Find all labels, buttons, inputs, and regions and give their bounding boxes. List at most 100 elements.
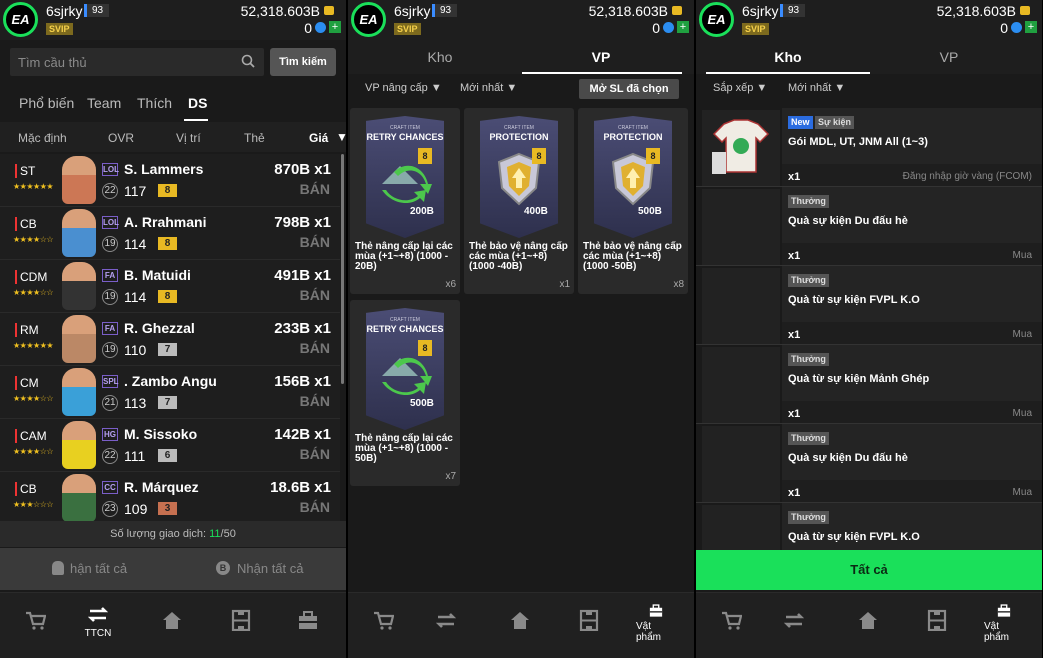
player-name: S. Lammers bbox=[124, 161, 204, 177]
tab-ds[interactable]: DS bbox=[188, 95, 207, 111]
type-filter[interactable]: VP nâng cấp ▼ bbox=[365, 82, 442, 94]
items-storage-panel: EA 6sjrky 93 SVIP 52,318.603B 0 + Kho VP… bbox=[696, 0, 1042, 658]
nav-home[interactable] bbox=[500, 609, 540, 649]
open-selected-button[interactable]: Mở SL đã chọn bbox=[579, 79, 679, 99]
nav-formation[interactable] bbox=[221, 609, 261, 649]
player-row[interactable]: RM ★★★★★★ FA R. Ghezzal 19 110 7 233B x1 BÁN bbox=[0, 313, 340, 366]
quota-value: 11 bbox=[209, 528, 221, 540]
nav-cart[interactable] bbox=[363, 609, 403, 649]
craft-item-card[interactable]: CRAFT ITEM RETRY CHANCES 8 500B Thẻ nâng cấp… bbox=[350, 300, 460, 486]
item-badge: Thưởng bbox=[788, 432, 829, 445]
nav-formation[interactable] bbox=[569, 609, 609, 649]
bottom-nav: Vật phẩm bbox=[348, 592, 694, 658]
player-row[interactable]: CM ★★★★☆☆ SPL . Zambo Angu 21 113 7 156B x1 BÁN bbox=[0, 366, 340, 419]
tab-favorite[interactable]: Thích bbox=[137, 95, 172, 111]
nav-transfer[interactable]: TTCN bbox=[78, 603, 118, 643]
nav-bag[interactable]: Vật phẩm bbox=[636, 603, 676, 643]
ea-logo[interactable]: EA bbox=[3, 2, 38, 37]
tab-popular[interactable]: Phổ biến bbox=[19, 95, 74, 111]
rank-badge: 22 bbox=[102, 448, 118, 464]
player-row[interactable]: CB ★★★☆☆☆ CC R. Márquez 23 109 3 18.6B x1 BÁN bbox=[0, 472, 340, 525]
inventory-item[interactable]: Thưởng Quà từ sự kiện FVPL K.O x1 Mua bbox=[696, 266, 1042, 345]
ea-logo[interactable]: EA bbox=[699, 2, 734, 37]
player-photo bbox=[62, 421, 96, 469]
season-tag: FA bbox=[102, 269, 118, 282]
tab-vp[interactable]: VP bbox=[541, 49, 661, 65]
nav-bag[interactable] bbox=[288, 609, 328, 649]
sort-filter[interactable]: Mới nhất ▼ bbox=[460, 82, 517, 94]
nav-formation[interactable] bbox=[917, 609, 957, 649]
transfer-icon bbox=[87, 607, 109, 622]
item-value: 500B bbox=[638, 206, 662, 217]
tab-vp[interactable]: VP bbox=[889, 49, 1009, 65]
item-action[interactable]: Mua bbox=[1013, 250, 1032, 261]
sort-ovr[interactable]: OVR bbox=[108, 131, 134, 145]
nav-cart[interactable] bbox=[15, 609, 55, 649]
upgrade-level: 8 bbox=[158, 184, 177, 197]
inventory-item[interactable]: New Sự kiện Gói MDL, UT, JNM All (1~3) x1 Đă… bbox=[696, 108, 1042, 187]
tab-team[interactable]: Team bbox=[87, 95, 121, 111]
scrollbar[interactable] bbox=[341, 154, 344, 384]
sort-card[interactable]: Thẻ bbox=[244, 131, 265, 145]
nav-home[interactable] bbox=[152, 609, 192, 649]
player-row[interactable]: ST ★★★★★★ LOL S. Lammers 22 117 8 870B x1 BÁN bbox=[0, 154, 340, 207]
stars: ★★★★☆☆ bbox=[13, 447, 54, 456]
add-currency-button[interactable]: + bbox=[677, 21, 689, 33]
sort-price[interactable]: Giá bbox=[309, 131, 328, 145]
tab-storage[interactable]: Kho bbox=[380, 49, 500, 65]
nav-cart[interactable] bbox=[711, 609, 751, 649]
sell-button[interactable]: BÁN bbox=[300, 446, 330, 462]
item-action[interactable]: Mua bbox=[1013, 487, 1032, 498]
search-input[interactable]: Tìm cầu thủ bbox=[10, 48, 264, 76]
add-currency-button[interactable]: + bbox=[1025, 21, 1037, 33]
sell-button[interactable]: BÁN bbox=[300, 234, 330, 250]
position: CM bbox=[15, 376, 39, 390]
bag-icon bbox=[649, 604, 663, 617]
search-button[interactable]: Tìm kiếm bbox=[270, 48, 336, 76]
sell-button[interactable]: BÁN bbox=[300, 393, 330, 409]
player-row[interactable]: CDM ★★★★☆☆ FA B. Matuidi 19 114 8 491B x1 BÁN bbox=[0, 260, 340, 313]
rank-badge: 23 bbox=[102, 501, 118, 517]
sell-button[interactable]: BÁN bbox=[300, 287, 330, 303]
sort-filter[interactable]: Sắp xếp ▼ bbox=[713, 82, 767, 94]
item-action[interactable]: Đăng nhập giờ vàng (FCOM) bbox=[903, 171, 1032, 182]
nav-home[interactable] bbox=[848, 609, 888, 649]
claim-all-button[interactable]: Tất cả bbox=[696, 550, 1042, 590]
nav-transfer[interactable] bbox=[426, 609, 466, 649]
claim-bar: hận tất cả B Nhận tất cả bbox=[0, 548, 346, 590]
stars: ★★★☆☆☆ bbox=[13, 500, 54, 509]
sort-default[interactable]: Mặc định bbox=[18, 131, 67, 145]
sell-button[interactable]: BÁN bbox=[300, 340, 330, 356]
player-row[interactable]: CAM ★★★★☆☆ HG M. Sissoko 22 111 6 142B x1 BÁN bbox=[0, 419, 340, 472]
item-badge: Thưởng bbox=[788, 353, 829, 366]
search-icon[interactable] bbox=[241, 54, 255, 68]
stars: ★★★★☆☆ bbox=[13, 288, 54, 297]
sell-button[interactable]: BÁN bbox=[300, 499, 330, 515]
player-row[interactable]: CB ★★★★☆☆ LOL A. Rrahmani 19 114 8 798B x1 BÁN bbox=[0, 207, 340, 260]
position: RM bbox=[15, 323, 39, 337]
player-photo bbox=[62, 368, 96, 416]
inventory-item[interactable]: Thưởng Quà sự kiện Du đấu hè x1 Mua bbox=[696, 424, 1042, 503]
sell-button[interactable]: BÁN bbox=[300, 181, 330, 197]
nav-transfer[interactable] bbox=[774, 609, 814, 649]
craft-item-card[interactable]: CRAFT ITEM RETRY CHANCES 8 200B Thẻ nâng cấp… bbox=[350, 108, 460, 294]
claim-all-button[interactable]: Nhận tất cả bbox=[237, 561, 304, 576]
quota-label: Số lượng giao dịch: bbox=[110, 528, 210, 540]
item-action[interactable]: Mua bbox=[1013, 329, 1032, 340]
craft-item-card[interactable]: CRAFT ITEM PROTECTION 8 500B Thẻ bảo vệ nâng… bbox=[578, 108, 688, 294]
add-currency-button[interactable]: + bbox=[329, 21, 341, 33]
craft-item-card[interactable]: CRAFT ITEM PROTECTION 8 400B Thẻ bảo vệ nâng… bbox=[464, 108, 574, 294]
position: ST bbox=[15, 164, 35, 178]
inventory-item[interactable]: Thưởng Quà sự kiện Du đấu hè x1 Mua bbox=[696, 187, 1042, 266]
claim-players-button[interactable]: hận tất cả bbox=[70, 561, 127, 576]
item-title: Quà sự kiện Du đấu hè bbox=[788, 215, 908, 227]
sort-position[interactable]: Vị trí bbox=[176, 131, 201, 145]
time-filter[interactable]: Mới nhất ▼ bbox=[788, 82, 845, 94]
tab-storage[interactable]: Kho bbox=[728, 49, 848, 65]
item-action[interactable]: Mua bbox=[1013, 408, 1032, 419]
nav-bag[interactable]: Vật phẩm bbox=[984, 603, 1024, 643]
tab-indicator bbox=[522, 72, 682, 74]
item-quantity: x1 bbox=[788, 487, 801, 499]
ea-logo[interactable]: EA bbox=[351, 2, 386, 37]
inventory-item[interactable]: Thưởng Quà từ sự kiện Mảnh Ghép x1 Mua bbox=[696, 345, 1042, 424]
